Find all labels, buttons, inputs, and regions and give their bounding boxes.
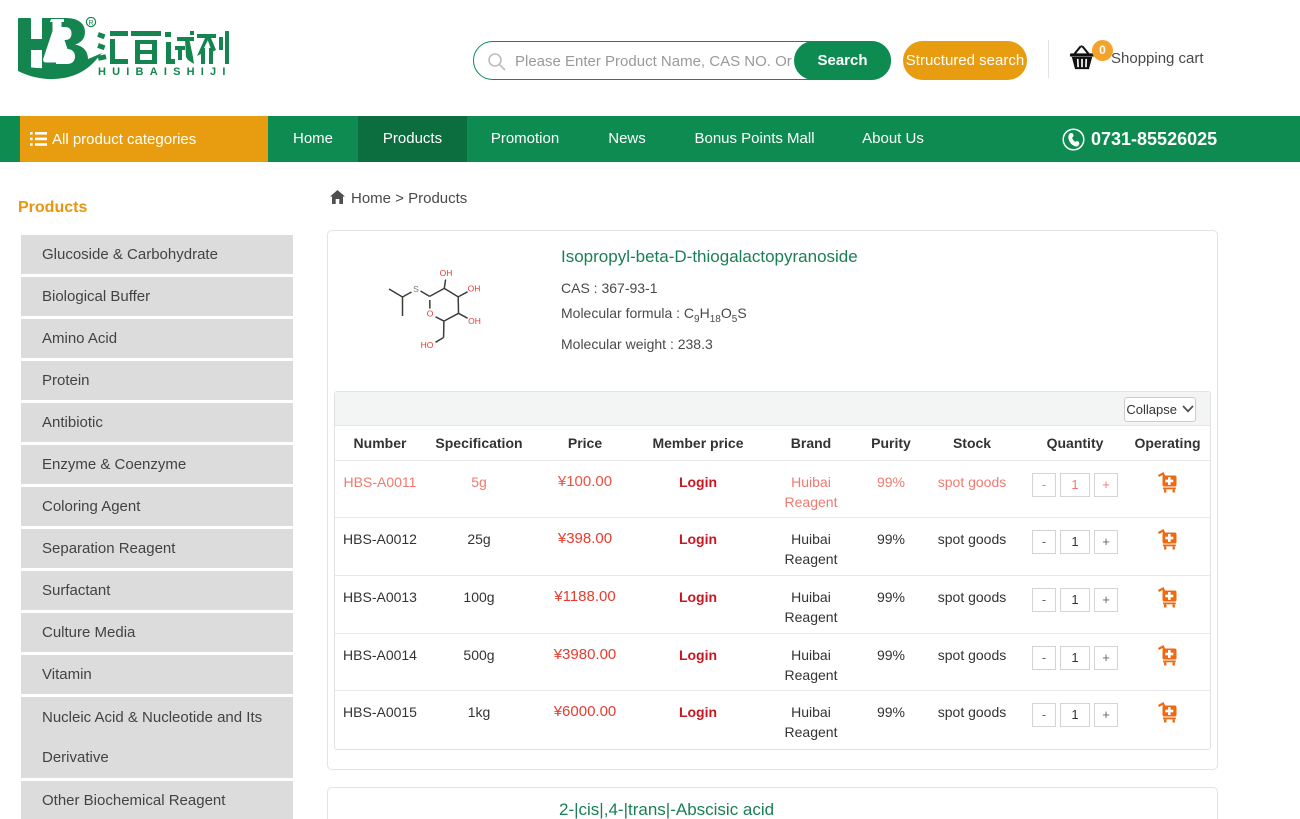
svg-text:OH: OH — [440, 268, 453, 278]
svg-text:OH: OH — [468, 316, 481, 326]
svg-text:OH: OH — [468, 284, 481, 294]
svg-text:HUIBAISHIJI: HUIBAISHIJI — [98, 66, 232, 78]
svg-text:S: S — [413, 284, 419, 294]
svg-text:O: O — [427, 309, 434, 319]
svg-text:HO: HO — [421, 340, 434, 350]
svg-text:R: R — [88, 20, 93, 27]
